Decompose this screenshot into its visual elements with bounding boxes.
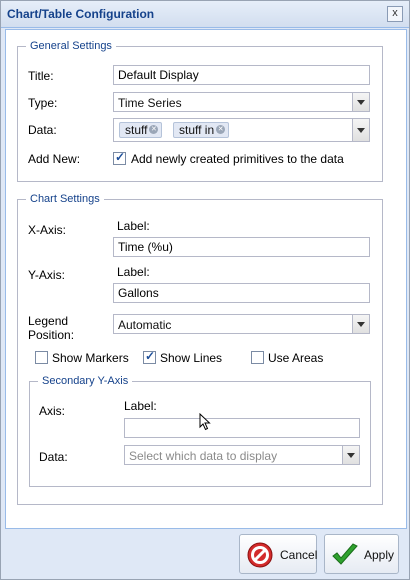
dialog-footer: Cancel Apply bbox=[1, 528, 409, 578]
checkmark-icon bbox=[332, 543, 358, 565]
legend-position-label-line2: Position: bbox=[28, 328, 75, 342]
x-axis-label: X-Axis: bbox=[28, 223, 67, 237]
y-axis-label-input[interactable] bbox=[113, 283, 370, 303]
data-tag-select[interactable]: stuff ✕ stuff in ✕ bbox=[113, 118, 370, 142]
y-axis-label: Y-Axis: bbox=[28, 268, 65, 282]
remove-tag-icon[interactable]: ✕ bbox=[216, 125, 226, 134]
y-axis-label-caption: Label: bbox=[117, 265, 150, 279]
data-field-label: Data: bbox=[28, 123, 57, 137]
chart-settings-legend: Chart Settings bbox=[30, 193, 100, 205]
apply-button[interactable]: Apply bbox=[324, 534, 399, 574]
secondary-data-label: Data: bbox=[39, 450, 68, 464]
secondary-label-caption: Label: bbox=[124, 399, 157, 413]
add-new-checkbox-label[interactable]: Add newly created primitives to the data bbox=[131, 152, 344, 166]
show-markers-checkbox[interactable] bbox=[35, 351, 48, 364]
general-settings-legend: General Settings bbox=[30, 40, 112, 52]
use-areas-checkbox[interactable] bbox=[251, 351, 264, 364]
secondary-y-axis-legend: Secondary Y-Axis bbox=[42, 375, 129, 387]
use-areas-label[interactable]: Use Areas bbox=[268, 351, 323, 365]
chevron-down-icon[interactable] bbox=[352, 93, 369, 111]
add-new-checkbox[interactable] bbox=[113, 150, 126, 165]
cancel-icon bbox=[247, 542, 273, 568]
x-axis-label-input[interactable] bbox=[113, 237, 370, 257]
type-select[interactable]: Time Series bbox=[113, 92, 370, 112]
type-field-label: Type: bbox=[28, 96, 58, 110]
apply-button-label: Apply bbox=[364, 548, 395, 562]
chevron-down-icon[interactable] bbox=[352, 119, 369, 141]
dialog-title: Chart/Table Configuration bbox=[7, 7, 155, 21]
legend-position-select[interactable]: Automatic bbox=[113, 314, 370, 334]
secondary-axis-label: Axis: bbox=[39, 404, 66, 418]
title-field-label: Title: bbox=[28, 69, 54, 83]
data-tag[interactable]: stuff ✕ bbox=[119, 122, 163, 138]
type-select-value: Time Series bbox=[118, 96, 182, 110]
dialog-window: Chart/Table Configuration x General Sett… bbox=[0, 0, 410, 580]
secondary-label-input[interactable] bbox=[124, 418, 360, 438]
title-input[interactable] bbox=[113, 65, 370, 85]
title-bar[interactable]: Chart/Table Configuration x bbox=[1, 1, 409, 28]
x-axis-label-caption: Label: bbox=[117, 219, 150, 233]
mouse-cursor-icon bbox=[199, 413, 211, 431]
chevron-down-icon[interactable] bbox=[342, 446, 359, 464]
secondary-data-placeholder: Select which data to display bbox=[129, 449, 278, 463]
dialog-body: General Settings Title: Type: Time Serie… bbox=[5, 29, 407, 529]
data-tag[interactable]: stuff in ✕ bbox=[173, 122, 230, 138]
cancel-button-label: Cancel bbox=[280, 548, 318, 562]
remove-tag-icon[interactable]: ✕ bbox=[149, 125, 159, 134]
legend-position-label-line1: Legend bbox=[28, 314, 69, 328]
secondary-data-select[interactable]: Select which data to display bbox=[124, 445, 360, 465]
cancel-button[interactable]: Cancel bbox=[239, 534, 317, 574]
data-tag-label: stuff in bbox=[179, 123, 215, 137]
chevron-down-icon[interactable] bbox=[352, 315, 369, 333]
data-tag-label: stuff bbox=[125, 123, 148, 137]
show-lines-checkbox[interactable] bbox=[143, 349, 156, 364]
close-icon[interactable]: x bbox=[387, 6, 403, 22]
legend-position-value: Automatic bbox=[118, 318, 172, 332]
show-markers-label[interactable]: Show Markers bbox=[52, 351, 129, 365]
add-new-label: Add New: bbox=[28, 152, 81, 166]
show-lines-label[interactable]: Show Lines bbox=[160, 351, 222, 365]
